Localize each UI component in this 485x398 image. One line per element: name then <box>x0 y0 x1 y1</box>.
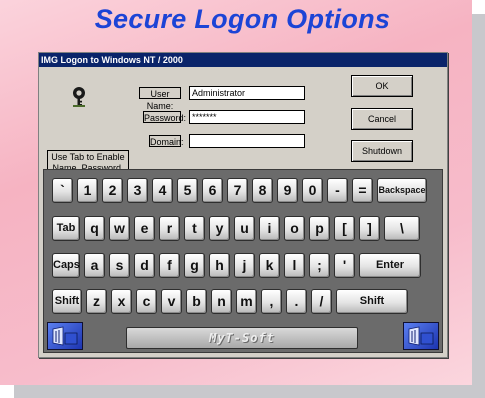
key-row1-2[interactable]: 2 <box>102 178 123 203</box>
shutdown-button[interactable]: Shutdown <box>351 140 413 162</box>
key-row3-2[interactable]: s <box>109 253 130 278</box>
key-row3-11[interactable]: ' <box>334 253 355 278</box>
key-row1-6[interactable]: 6 <box>202 178 223 203</box>
key-row4-6[interactable]: n <box>211 289 232 314</box>
cancel-button[interactable]: Cancel <box>351 108 413 130</box>
key-row1-11[interactable]: - <box>327 178 348 203</box>
windows-key-left[interactable] <box>47 322 83 350</box>
key-row4-1[interactable]: z <box>86 289 107 314</box>
key-row4-3[interactable]: c <box>136 289 157 314</box>
key-row4-5[interactable]: b <box>186 289 207 314</box>
password-field[interactable]: ******* <box>189 110 305 124</box>
key-row2-5[interactable]: t <box>184 216 205 241</box>
key-row1-9[interactable]: 9 <box>277 178 298 203</box>
logon-window: IMG Logon to Windows NT / 2000 Use Tab t… <box>38 52 448 358</box>
key-row1-3[interactable]: 3 <box>127 178 148 203</box>
key-row2-4[interactable]: r <box>159 216 180 241</box>
key-row2-0[interactable]: Tab <box>52 216 80 241</box>
key-row2-9[interactable]: o <box>284 216 305 241</box>
key-row3-10[interactable]: ; <box>309 253 330 278</box>
onscreen-keyboard: ` 1 2 3 4 5 6 7 8 9 0- = Backspace Tab q w e r t y u i o p[] \ Ca… <box>43 169 443 353</box>
windows-key-icon <box>408 326 434 346</box>
key-row2-7[interactable]: u <box>234 216 255 241</box>
key-row4-10[interactable]: / <box>311 289 332 314</box>
key-row3-4[interactable]: f <box>159 253 180 278</box>
key-row4-2[interactable]: x <box>111 289 132 314</box>
domain-field[interactable] <box>189 134 305 148</box>
key-row1-10[interactable]: 0 <box>302 178 323 203</box>
key-row3-8[interactable]: k <box>259 253 280 278</box>
key-row2-10[interactable]: p <box>309 216 330 241</box>
key-row1-13[interactable]: Backspace <box>377 178 427 203</box>
password-label: Password: <box>143 111 187 123</box>
key-row2-11[interactable]: [ <box>334 216 355 241</box>
key-row2-3[interactable]: e <box>134 216 155 241</box>
key-row1-8[interactable]: 8 <box>252 178 273 203</box>
key-row4-8[interactable]: , <box>261 289 282 314</box>
domain-label: Domain: <box>149 135 184 147</box>
key-row4-4[interactable]: v <box>161 289 182 314</box>
windows-key-right[interactable] <box>403 322 439 350</box>
key-row3-7[interactable]: j <box>234 253 255 278</box>
key-row2-13[interactable]: \ <box>384 216 420 241</box>
key-row2-8[interactable]: i <box>259 216 280 241</box>
key-row4-7[interactable]: m <box>236 289 257 314</box>
headline: Secure Logon Options <box>94 4 391 34</box>
window-title: IMG Logon to Windows NT / 2000 <box>39 53 447 67</box>
windows-key-icon <box>52 326 78 346</box>
key-row2-2[interactable]: w <box>109 216 130 241</box>
username-label: User Name: <box>139 87 181 111</box>
key-row3-3[interactable]: d <box>134 253 155 278</box>
key-row4-9[interactable]: . <box>286 289 307 314</box>
key-row1-1[interactable]: 1 <box>77 178 98 203</box>
key-row3-1[interactable]: a <box>84 253 105 278</box>
key-row2-1[interactable]: q <box>84 216 105 241</box>
ok-button[interactable]: OK <box>351 75 413 97</box>
key-row3-12[interactable]: Enter <box>359 253 421 278</box>
spacebar[interactable]: MyT-Soft <box>126 327 358 349</box>
username-field[interactable]: Administrator <box>189 86 305 100</box>
key-row3-6[interactable]: h <box>209 253 230 278</box>
key-row2-6[interactable]: y <box>209 216 230 241</box>
key-row3-5[interactable]: g <box>184 253 205 278</box>
key-row3-0[interactable]: Caps <box>52 253 80 278</box>
key-row3-9[interactable]: l <box>284 253 305 278</box>
key-row1-0[interactable]: ` <box>52 178 73 203</box>
key-row1-12[interactable]: = <box>352 178 373 203</box>
key-row4-11[interactable]: Shift <box>336 289 408 314</box>
key-row2-12[interactable]: ] <box>359 216 380 241</box>
key-row1-5[interactable]: 5 <box>177 178 198 203</box>
key-icon <box>69 85 89 109</box>
key-row1-4[interactable]: 4 <box>152 178 173 203</box>
key-row1-7[interactable]: 7 <box>227 178 248 203</box>
key-row4-0[interactable]: Shift <box>52 289 82 314</box>
